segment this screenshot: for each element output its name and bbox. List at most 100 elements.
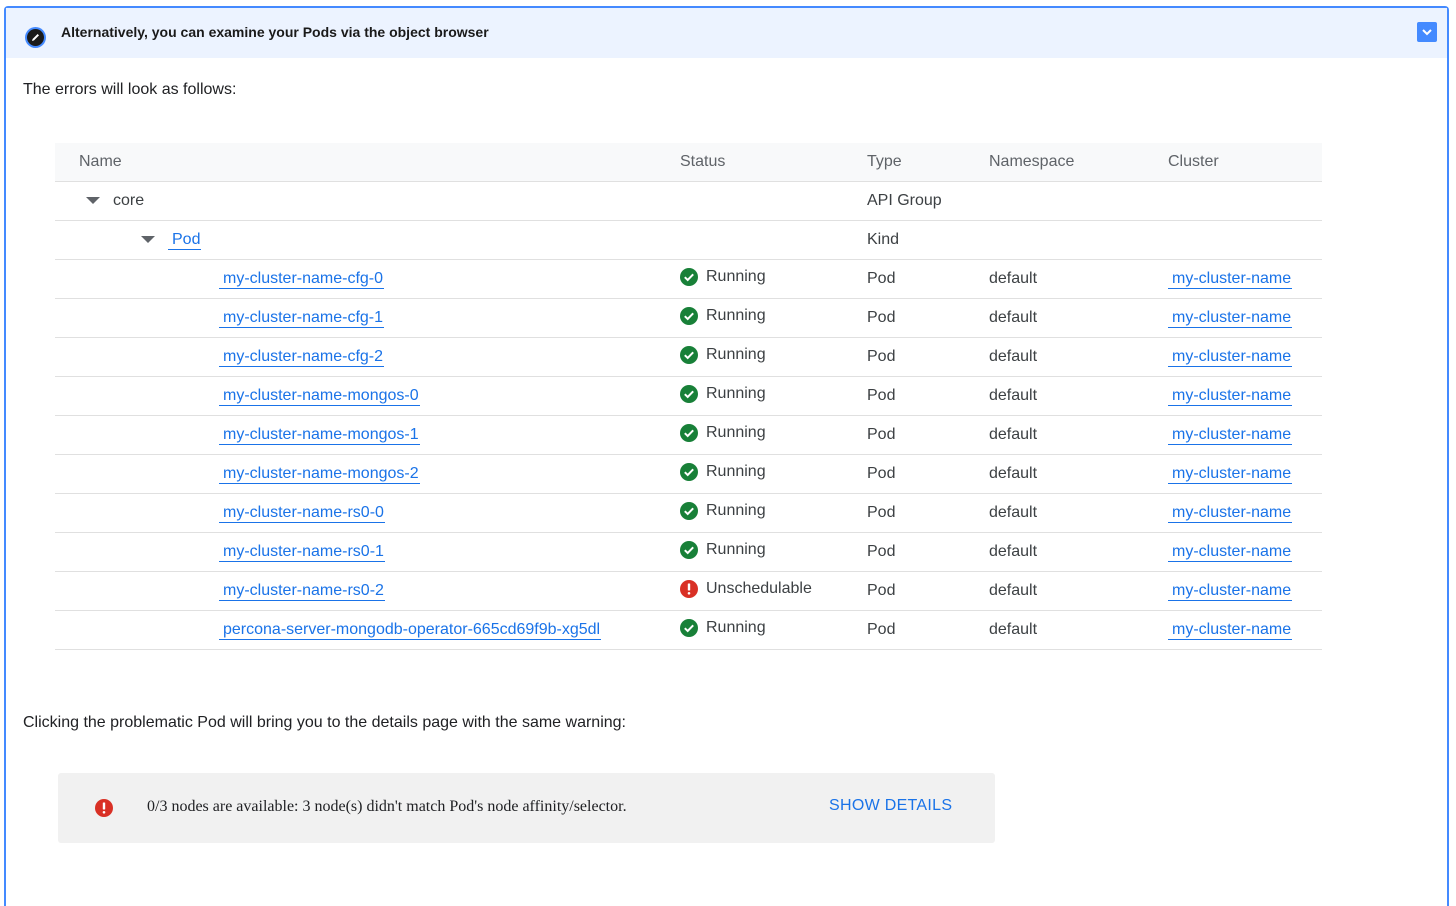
namespace-cell: default xyxy=(965,532,1144,572)
group-type: API Group xyxy=(843,181,965,221)
status-text: Running xyxy=(706,501,766,519)
table-row: my-cluster-name-mongos-1 Running Pod defaul… xyxy=(55,415,1322,455)
cluster-link[interactable]: my-cluster-name xyxy=(1168,465,1293,484)
column-header-namespace: Namespace xyxy=(965,143,1144,182)
pod-name-link[interactable]: my-cluster-name-cfg-2 xyxy=(219,348,385,367)
table-row: my-cluster-name-rs0-1 Running Pod default my… xyxy=(55,532,1322,572)
cluster-link[interactable]: my-cluster-name xyxy=(1168,309,1293,328)
cluster-link[interactable]: my-cluster-name xyxy=(1168,621,1293,640)
table-row: my-cluster-name-mongos-0 Running Pod defaul… xyxy=(55,376,1322,416)
type-cell: Pod xyxy=(843,415,965,455)
cluster-link[interactable]: my-cluster-name xyxy=(1168,543,1293,562)
table-row: my-cluster-name-cfg-2 Running Pod default my… xyxy=(55,337,1322,377)
panel-header[interactable]: Alternatively, you can examine your Pods… xyxy=(6,8,1447,58)
table-row: my-cluster-name-cfg-0 Running Pod default my… xyxy=(55,259,1322,299)
check-circle-icon xyxy=(680,540,698,559)
show-details-button[interactable]: SHOW DETAILS xyxy=(829,797,952,815)
status-badge: Running xyxy=(680,267,766,286)
pod-name-link[interactable]: my-cluster-name-mongos-0 xyxy=(219,387,420,406)
namespace-cell: default xyxy=(965,415,1144,455)
status-text: Running xyxy=(706,423,766,441)
status-badge: Unschedulable xyxy=(680,579,812,598)
error-icon xyxy=(680,579,698,598)
chevron-down-icon[interactable] xyxy=(1417,22,1437,42)
status-text: Unschedulable xyxy=(706,579,812,597)
namespace-cell: default xyxy=(965,298,1144,338)
error-icon xyxy=(95,799,113,817)
group-name: core xyxy=(113,192,145,209)
pod-name-link[interactable]: my-cluster-name-mongos-2 xyxy=(219,465,420,484)
check-circle-icon xyxy=(680,501,698,520)
status-badge: Running xyxy=(680,501,766,520)
status-text: Running xyxy=(706,267,766,285)
namespace-cell: default xyxy=(965,259,1144,299)
kind-link-pod[interactable]: Pod xyxy=(168,231,202,250)
namespace-cell: default xyxy=(965,454,1144,494)
status-text: Running xyxy=(706,618,766,636)
cluster-link[interactable]: my-cluster-name xyxy=(1168,426,1293,445)
caret-down-icon[interactable] xyxy=(86,197,100,205)
cluster-link[interactable]: my-cluster-name xyxy=(1168,348,1293,367)
pod-name-link[interactable]: my-cluster-name-cfg-1 xyxy=(219,309,385,328)
cluster-link[interactable]: my-cluster-name xyxy=(1168,387,1293,406)
table-row: my-cluster-name-mongos-2 Running Pod defaul… xyxy=(55,454,1322,494)
status-badge: Running xyxy=(680,540,766,559)
type-cell: Pod xyxy=(843,454,965,494)
intro-text: The errors will look as follows: xyxy=(23,81,237,98)
cluster-link[interactable]: my-cluster-name xyxy=(1168,582,1293,601)
alert-message: 0/3 nodes are available: 3 node(s) didn'… xyxy=(147,798,627,815)
cluster-link[interactable]: my-cluster-name xyxy=(1168,270,1293,289)
check-circle-icon xyxy=(680,462,698,481)
status-badge: Running xyxy=(680,618,766,637)
warning-alert: 0/3 nodes are available: 3 node(s) didn'… xyxy=(58,773,995,843)
status-text: Running xyxy=(706,345,766,363)
status-badge: Running xyxy=(680,345,766,364)
kind-type: Kind xyxy=(843,220,965,260)
namespace-cell: default xyxy=(965,376,1144,416)
type-cell: Pod xyxy=(843,571,965,611)
pencil-icon xyxy=(25,27,46,48)
type-cell: Pod xyxy=(843,376,965,416)
details-hint-text: Clicking the problematic Pod will bring … xyxy=(23,714,626,731)
status-text: Running xyxy=(706,462,766,480)
status-badge: Running xyxy=(680,384,766,403)
caret-down-icon[interactable] xyxy=(141,236,155,244)
type-cell: Pod xyxy=(843,259,965,299)
status-text: Running xyxy=(706,540,766,558)
info-panel: Alternatively, you can examine your Pods… xyxy=(4,6,1449,906)
column-header-cluster: Cluster xyxy=(1144,143,1322,182)
namespace-cell: default xyxy=(965,571,1144,611)
table-row: percona-server-mongodb-operator-665cd69f… xyxy=(55,610,1322,650)
group-row-core: core API Group xyxy=(55,181,1322,221)
pod-name-link[interactable]: my-cluster-name-cfg-0 xyxy=(219,270,385,289)
panel-title: Alternatively, you can examine your Pods… xyxy=(61,24,489,40)
column-header-status: Status xyxy=(656,143,843,182)
pod-name-link[interactable]: my-cluster-name-rs0-2 xyxy=(219,582,385,601)
pod-name-link[interactable]: my-cluster-name-rs0-0 xyxy=(219,504,385,523)
check-circle-icon xyxy=(680,618,698,637)
type-cell: Pod xyxy=(843,337,965,377)
cluster-link[interactable]: my-cluster-name xyxy=(1168,504,1293,523)
status-badge: Running xyxy=(680,423,766,442)
type-cell: Pod xyxy=(843,532,965,572)
type-cell: Pod xyxy=(843,610,965,650)
table-row: my-cluster-name-rs0-2 Unschedulable Pod def… xyxy=(55,571,1322,611)
status-badge: Running xyxy=(680,306,766,325)
check-circle-icon xyxy=(680,384,698,403)
column-header-name: Name xyxy=(55,143,656,182)
check-circle-icon xyxy=(680,345,698,364)
type-cell: Pod xyxy=(843,493,965,533)
pod-name-link[interactable]: my-cluster-name-rs0-1 xyxy=(219,543,385,562)
check-circle-icon xyxy=(680,306,698,325)
table-row: my-cluster-name-rs0-0 Running Pod default my… xyxy=(55,493,1322,533)
object-browser-table: Name Status Type Namespace Cluster core … xyxy=(55,143,1322,650)
column-header-type: Type xyxy=(843,143,965,182)
kind-row-pod: Pod Kind xyxy=(55,220,1322,260)
status-text: Running xyxy=(706,306,766,324)
namespace-cell: default xyxy=(965,610,1144,650)
check-circle-icon xyxy=(680,267,698,286)
pod-name-link[interactable]: my-cluster-name-mongos-1 xyxy=(219,426,420,445)
table-row: my-cluster-name-cfg-1 Running Pod default my… xyxy=(55,298,1322,338)
pod-name-link[interactable]: percona-server-mongodb-operator-665cd69f… xyxy=(219,621,602,640)
namespace-cell: default xyxy=(965,337,1144,377)
